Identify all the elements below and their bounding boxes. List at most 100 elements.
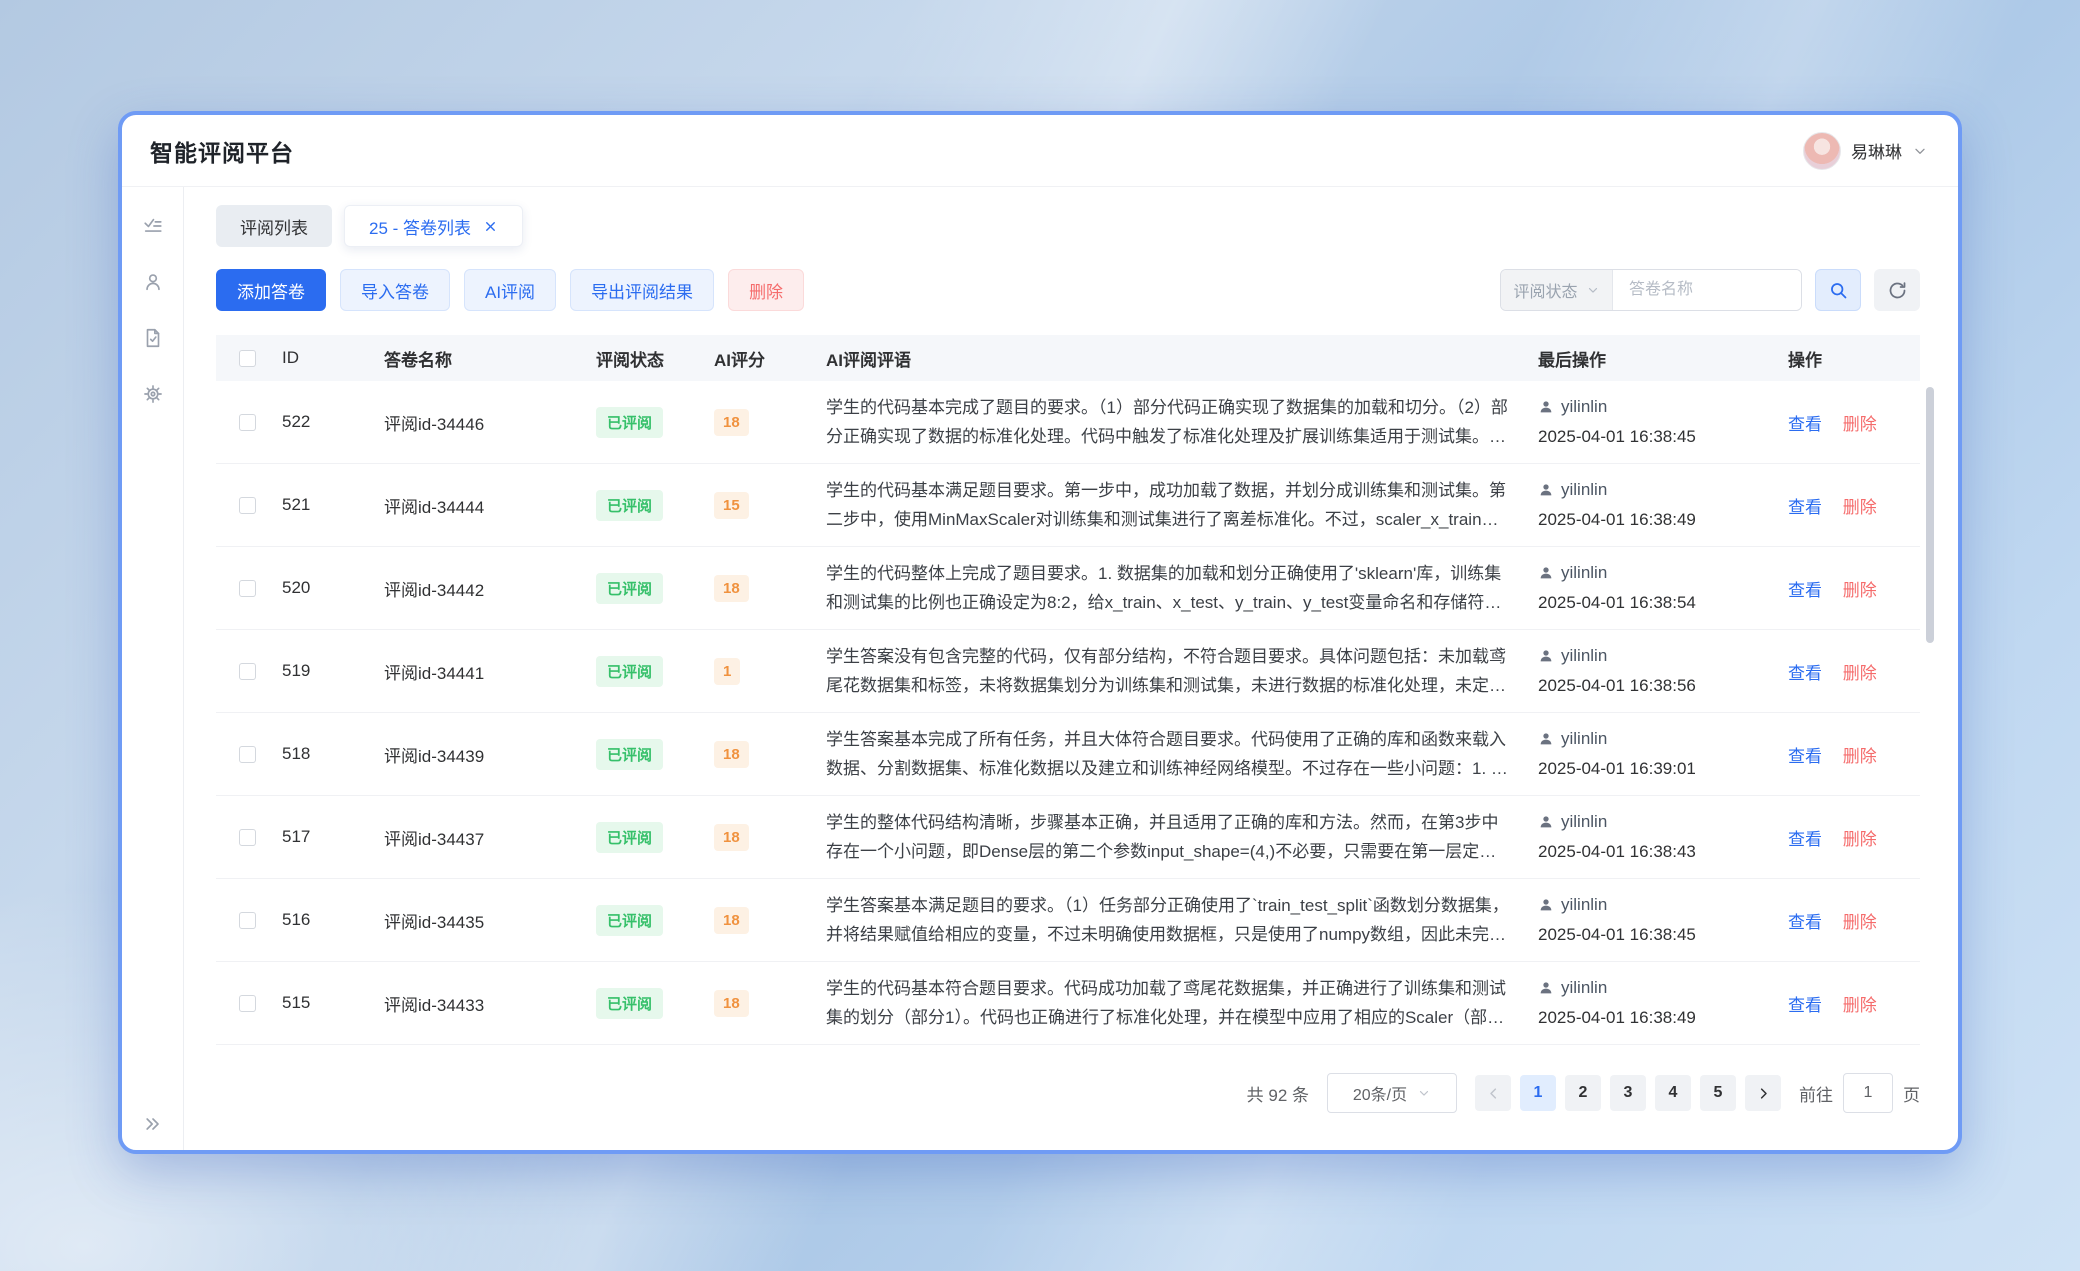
cell-action: 查看 删除 bbox=[1788, 908, 1920, 933]
ai-review-button[interactable]: AI评阅 bbox=[464, 269, 556, 311]
table-row: 522 评阅id-34446 已评阅 18 学生的代码基本完成了题目的要求。（1… bbox=[216, 381, 1920, 464]
avatar[interactable] bbox=[1803, 132, 1841, 170]
page-button-5[interactable]: 5 bbox=[1700, 1075, 1736, 1111]
delete-link[interactable]: 删除 bbox=[1843, 581, 1877, 600]
status-badge: 已评阅 bbox=[596, 822, 663, 853]
view-link[interactable]: 查看 bbox=[1788, 664, 1822, 683]
cell-comment: 学生的代码基本符合题目要求。代码成功加载了鸢尾花数据集，并正确进行了训练集和测试… bbox=[826, 974, 1512, 1032]
chevron-down-icon bbox=[1912, 143, 1928, 159]
row-checkbox[interactable] bbox=[239, 580, 256, 597]
score-badge: 18 bbox=[714, 824, 749, 851]
cell-id: 520 bbox=[278, 578, 384, 598]
user-name: 易琳琳 bbox=[1851, 138, 1902, 163]
goto-page-input[interactable] bbox=[1843, 1073, 1893, 1113]
row-checkbox[interactable] bbox=[239, 414, 256, 431]
cell-name: 评阅id-34446 bbox=[384, 410, 596, 435]
delete-link[interactable]: 删除 bbox=[1843, 996, 1877, 1015]
cell-comment: 学生答案没有包含完整的代码，仅有部分结构，不符合题目要求。具体问题包括：未加载鸢… bbox=[826, 642, 1512, 700]
view-link[interactable]: 查看 bbox=[1788, 996, 1822, 1015]
page-button-1[interactable]: 1 bbox=[1520, 1075, 1556, 1111]
delete-link[interactable]: 删除 bbox=[1843, 913, 1877, 932]
export-results-button[interactable]: 导出评阅结果 bbox=[570, 269, 714, 311]
cell-comment: 学生答案基本满足题目的要求。（1）任务部分正确使用了`train_test_sp… bbox=[826, 891, 1512, 949]
search-button[interactable] bbox=[1815, 269, 1861, 311]
row-checkbox[interactable] bbox=[239, 829, 256, 846]
cell-name: 评阅id-34435 bbox=[384, 908, 596, 933]
cell-action: 查看 删除 bbox=[1788, 991, 1920, 1016]
tab-review-list[interactable]: 评阅列表 bbox=[216, 205, 332, 247]
page-size-select[interactable]: 20条/页 bbox=[1327, 1073, 1457, 1113]
cell-last-op: yilinlin 2025-04-01 16:38:54 bbox=[1538, 558, 1788, 618]
person-icon bbox=[1538, 980, 1554, 996]
close-icon[interactable] bbox=[483, 219, 498, 234]
tab-answer-sheet-list[interactable]: 25 - 答卷列表 bbox=[344, 205, 523, 247]
person-icon bbox=[1538, 565, 1554, 581]
delete-link[interactable]: 删除 bbox=[1843, 415, 1877, 434]
refresh-button[interactable] bbox=[1874, 269, 1920, 311]
person-icon bbox=[1538, 482, 1554, 498]
score-badge: 18 bbox=[714, 907, 749, 934]
user-menu[interactable]: 易琳琳 bbox=[1803, 132, 1928, 170]
scrollbar-thumb[interactable] bbox=[1926, 387, 1934, 643]
cell-id: 522 bbox=[278, 412, 384, 432]
settings-gear-icon[interactable] bbox=[142, 383, 164, 405]
cell-comment: 学生的代码基本满足题目要求。第一步中，成功加载了数据，并划分成训练集和测试集。第… bbox=[826, 476, 1512, 534]
cell-name: 评阅id-34441 bbox=[384, 659, 596, 684]
view-link[interactable]: 查看 bbox=[1788, 913, 1822, 932]
row-checkbox[interactable] bbox=[239, 663, 256, 680]
total-count-label: 共 92 条 bbox=[1247, 1081, 1309, 1106]
status-badge: 已评阅 bbox=[596, 905, 663, 936]
score-badge: 18 bbox=[714, 575, 749, 602]
cell-last-op: yilinlin 2025-04-01 16:38:45 bbox=[1538, 392, 1788, 452]
view-link[interactable]: 查看 bbox=[1788, 747, 1822, 766]
cell-last-op: yilinlin 2025-04-01 16:39:01 bbox=[1538, 724, 1788, 784]
cell-last-op: yilinlin 2025-04-01 16:38:49 bbox=[1538, 475, 1788, 535]
operation-time: 2025-04-01 16:38:45 bbox=[1538, 920, 1788, 950]
cell-comment: 学生答案基本完成了所有任务，并且大体符合题目要求。代码使用了正确的库和函数来载入… bbox=[826, 725, 1512, 783]
cell-name: 评阅id-34444 bbox=[384, 493, 596, 518]
table-row: 516 评阅id-34435 已评阅 18 学生答案基本满足题目的要求。（1）任… bbox=[216, 879, 1920, 962]
search-icon bbox=[1828, 280, 1849, 301]
delete-link[interactable]: 删除 bbox=[1843, 498, 1877, 517]
view-link[interactable]: 查看 bbox=[1788, 830, 1822, 849]
table-scrollbar[interactable] bbox=[1926, 385, 1934, 1033]
prev-page-button[interactable] bbox=[1475, 1075, 1511, 1111]
view-link[interactable]: 查看 bbox=[1788, 498, 1822, 517]
cell-id: 516 bbox=[278, 910, 384, 930]
status-badge: 已评阅 bbox=[596, 407, 663, 438]
next-page-button[interactable] bbox=[1745, 1075, 1781, 1111]
main-content: 评阅列表 25 - 答卷列表 添加答卷 导入答卷 AI评阅 导出评阅结果 删除 bbox=[184, 187, 1958, 1150]
score-badge: 15 bbox=[714, 492, 749, 519]
select-all-checkbox[interactable] bbox=[239, 350, 256, 367]
review-list-icon[interactable] bbox=[142, 215, 164, 237]
column-header-comment: AI评阅评语 bbox=[826, 346, 1538, 371]
answer-name-input[interactable] bbox=[1613, 270, 1801, 310]
delete-link[interactable]: 删除 bbox=[1843, 747, 1877, 766]
chevron-down-icon bbox=[1586, 283, 1600, 297]
page-button-4[interactable]: 4 bbox=[1655, 1075, 1691, 1111]
delete-button[interactable]: 删除 bbox=[728, 269, 804, 311]
page-button-3[interactable]: 3 bbox=[1610, 1075, 1646, 1111]
add-answer-button[interactable]: 添加答卷 bbox=[216, 269, 326, 311]
delete-link[interactable]: 删除 bbox=[1843, 830, 1877, 849]
row-checkbox[interactable] bbox=[239, 995, 256, 1012]
delete-link[interactable]: 删除 bbox=[1843, 664, 1877, 683]
page-button-2[interactable]: 2 bbox=[1565, 1075, 1601, 1111]
column-header-name: 答卷名称 bbox=[384, 346, 596, 371]
filter-combo: 评阅状态 bbox=[1500, 269, 1802, 311]
user-icon[interactable] bbox=[142, 271, 164, 293]
review-status-select[interactable]: 评阅状态 bbox=[1501, 270, 1613, 310]
view-link[interactable]: 查看 bbox=[1788, 415, 1822, 434]
person-icon bbox=[1538, 648, 1554, 664]
operation-time: 2025-04-01 16:38:56 bbox=[1538, 671, 1788, 701]
operation-time: 2025-04-01 16:38:54 bbox=[1538, 588, 1788, 618]
table-row: 519 评阅id-34441 已评阅 1 学生答案没有包含完整的代码，仅有部分结… bbox=[216, 630, 1920, 713]
import-answer-button[interactable]: 导入答卷 bbox=[340, 269, 450, 311]
row-checkbox[interactable] bbox=[239, 912, 256, 929]
row-checkbox[interactable] bbox=[239, 497, 256, 514]
row-checkbox[interactable] bbox=[239, 746, 256, 763]
document-check-icon[interactable] bbox=[142, 327, 164, 349]
tab-label: 25 - 答卷列表 bbox=[369, 214, 471, 239]
view-link[interactable]: 查看 bbox=[1788, 581, 1822, 600]
double-chevron-right-icon[interactable] bbox=[143, 1114, 163, 1134]
